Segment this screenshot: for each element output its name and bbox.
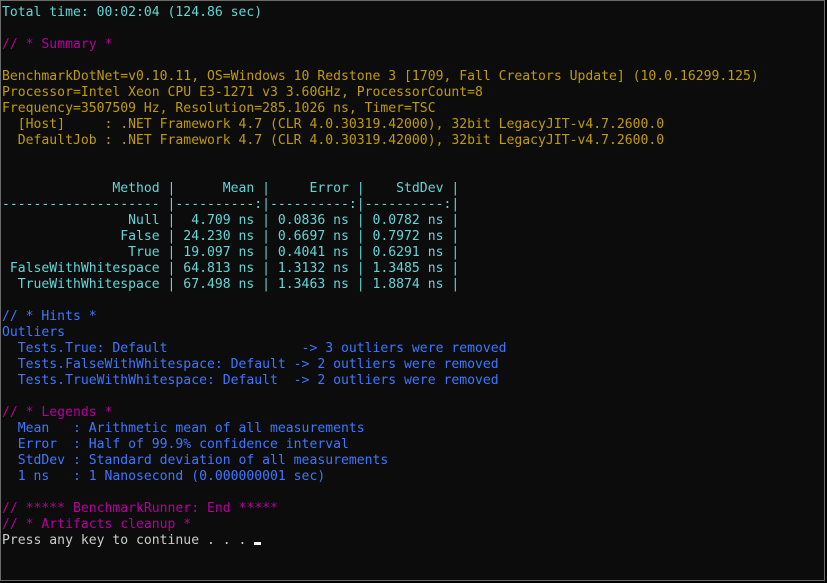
- console-line: Mean : Arithmetic mean of all measuremen…: [2, 421, 824, 437]
- console-line-text: Total time: 00:02:04 (124.86 sec): [2, 5, 263, 20]
- console-line: Total time: 00:02:04 (124.86 sec): [2, 5, 824, 21]
- console-line-text: // * Legends *: [2, 405, 113, 420]
- console-line-text: True | 19.097 ns | 0.4041 ns | 0.6291 ns…: [2, 245, 460, 260]
- console-line-text: TrueWithWhitespace | 67.498 ns | 1.3463 …: [2, 277, 460, 292]
- console-line-text: Outliers: [2, 325, 66, 340]
- console-line-text: 1 ns : 1 Nanosecond (0.000000001 sec): [2, 469, 326, 484]
- console-prompt-line: Press any key to continue . . .: [2, 533, 824, 549]
- console-line: // * Hints *: [2, 309, 824, 325]
- console-line-text: Tests.TrueWithWhitespace: Default -> 2 o…: [2, 373, 499, 388]
- console-line-text: StdDev : Standard deviation of all measu…: [2, 453, 389, 468]
- console-line: Outliers: [2, 325, 824, 341]
- console-line: -------------------- |----------:|------…: [2, 197, 824, 213]
- console-output: Total time: 00:02:04 (124.86 sec) // * Su…: [2, 5, 824, 549]
- console-line: Null | 4.709 ns | 0.0836 ns | 0.0782 ns …: [2, 213, 824, 229]
- console-line: Error : Half of 99.9% confidence interva…: [2, 437, 824, 453]
- console-line-text: Tests.True: Default -> 3 outliers were r…: [2, 341, 507, 356]
- console-line: // * Artifacts cleanup *: [2, 517, 824, 533]
- console-line-text: BenchmarkDotNet=v0.10.11, OS=Windows 10 …: [2, 69, 759, 84]
- console-line-text: // * Hints *: [2, 309, 97, 324]
- console-line: Frequency=3507509 Hz, Resolution=285.102…: [2, 101, 824, 117]
- text-cursor: [254, 542, 262, 545]
- console-line-text: // * Summary *: [2, 37, 113, 52]
- console-line-text: // * Artifacts cleanup *: [2, 517, 192, 532]
- console-line: Tests.True: Default -> 3 outliers were r…: [2, 341, 824, 357]
- console-line-text: Press any key to continue . . .: [2, 533, 255, 548]
- console-line: Processor=Intel Xeon CPU E3-1271 v3 3.60…: [2, 85, 824, 101]
- console-line: DefaultJob : .NET Framework 4.7 (CLR 4.0…: [2, 133, 824, 149]
- console-line-text: Tests.FalseWithWhitespace: Default -> 2 …: [2, 357, 499, 372]
- console-line-text: Frequency=3507509 Hz, Resolution=285.102…: [2, 101, 436, 116]
- console-line: Tests.FalseWithWhitespace: Default -> 2 …: [2, 357, 824, 373]
- console-line-text: False | 24.230 ns | 0.6697 ns | 0.7972 n…: [2, 229, 460, 244]
- console-line: BenchmarkDotNet=v0.10.11, OS=Windows 10 …: [2, 69, 824, 85]
- console-line-text: [Host] : .NET Framework 4.7 (CLR 4.0.303…: [2, 117, 665, 132]
- console-line-text: Error : Half of 99.9% confidence interva…: [2, 437, 349, 452]
- console-line: True | 19.097 ns | 0.4041 ns | 0.6291 ns…: [2, 245, 824, 261]
- console-line-text: -------------------- |----------:|------…: [2, 197, 460, 212]
- console-line-text: Null | 4.709 ns | 0.0836 ns | 0.0782 ns …: [2, 213, 460, 228]
- console-line-text: DefaultJob : .NET Framework 4.7 (CLR 4.0…: [2, 133, 665, 148]
- console-line: False | 24.230 ns | 0.6697 ns | 0.7972 n…: [2, 229, 824, 245]
- console-line: FalseWithWhitespace | 64.813 ns | 1.3132…: [2, 261, 824, 277]
- console-line: StdDev : Standard deviation of all measu…: [2, 453, 824, 469]
- console-window[interactable]: Total time: 00:02:04 (124.86 sec) // * Su…: [0, 0, 825, 581]
- console-line-text: FalseWithWhitespace | 64.813 ns | 1.3132…: [2, 261, 460, 276]
- console-line: // ***** BenchmarkRunner: End *****: [2, 501, 824, 517]
- console-line-text: Processor=Intel Xeon CPU E3-1271 v3 3.60…: [2, 85, 483, 100]
- console-line: Method | Mean | Error | StdDev |: [2, 181, 824, 197]
- console-line: [Host] : .NET Framework 4.7 (CLR 4.0.303…: [2, 117, 824, 133]
- console-line: Tests.TrueWithWhitespace: Default -> 2 o…: [2, 373, 824, 389]
- console-line: TrueWithWhitespace | 67.498 ns | 1.3463 …: [2, 277, 824, 293]
- console-line: 1 ns : 1 Nanosecond (0.000000001 sec): [2, 469, 824, 485]
- console-line: // * Legends *: [2, 405, 824, 421]
- console-line-text: Mean : Arithmetic mean of all measuremen…: [2, 421, 365, 436]
- console-line-text: Method | Mean | Error | StdDev |: [2, 181, 460, 196]
- console-line: // * Summary *: [2, 37, 824, 53]
- console-line-text: // ***** BenchmarkRunner: End *****: [2, 501, 278, 516]
